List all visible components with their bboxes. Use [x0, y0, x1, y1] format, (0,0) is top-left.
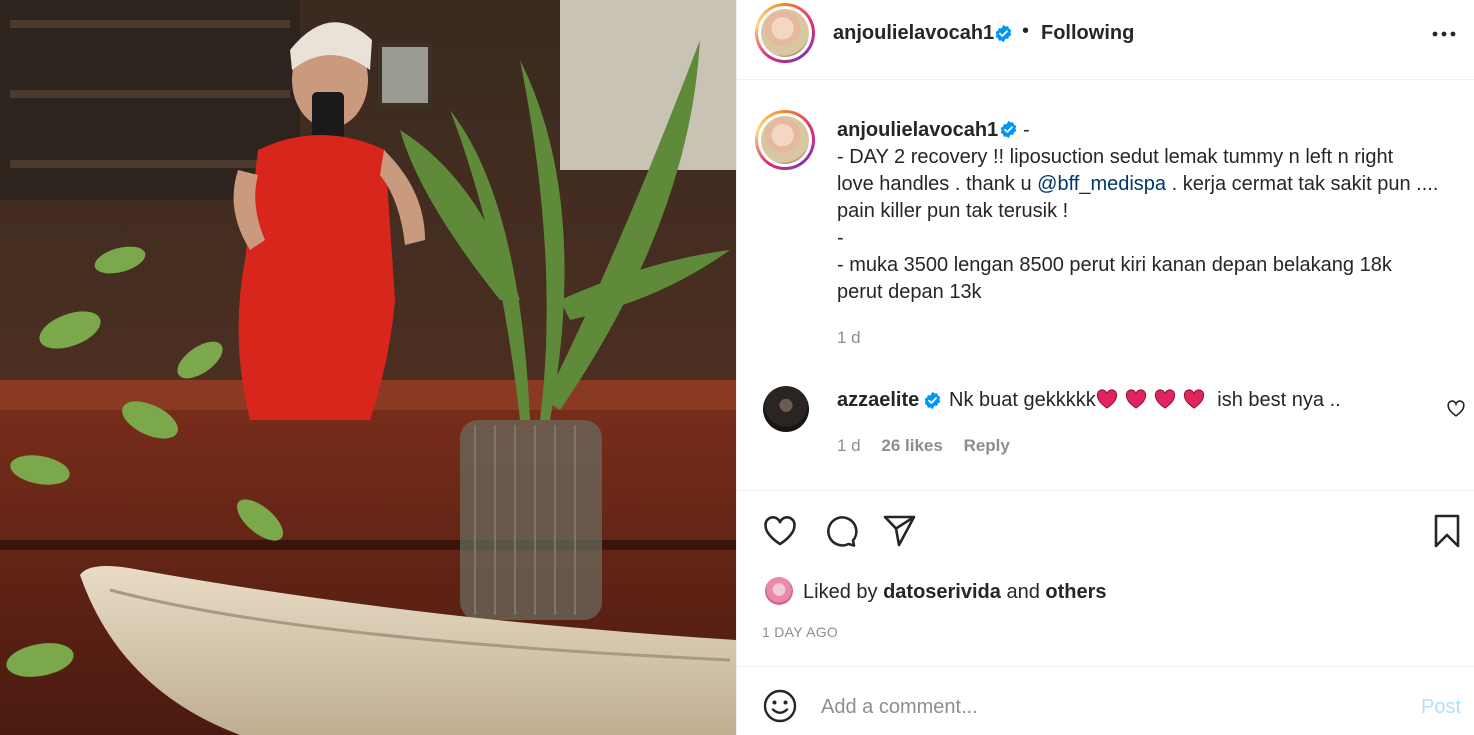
heart-icon[interactable] — [762, 513, 798, 549]
author-avatar[interactable] — [755, 3, 815, 63]
post-comment-button[interactable]: Post — [1421, 696, 1461, 719]
more-horizontal-icon[interactable] — [1431, 24, 1457, 44]
verified-badge-icon — [995, 24, 1012, 43]
liked-by-prefix: Liked by — [803, 581, 884, 603]
verified-badge-icon — [1000, 120, 1017, 139]
comment-like-heart-icon[interactable] — [1446, 399, 1466, 417]
comment-reply-button[interactable]: Reply — [964, 436, 1010, 455]
caption-username[interactable]: anjoulielavocah1 — [837, 119, 998, 142]
caption-dash: - — [1023, 119, 1030, 141]
comment-timestamp[interactable]: 1 d — [837, 436, 861, 455]
commenter-username[interactable]: azzaelite — [837, 389, 919, 412]
comment-text-after: ish best nya .. — [1211, 389, 1341, 411]
following-button[interactable]: Following — [1041, 22, 1134, 45]
post-side-panel: anjoulielavocah1 • Following anjoulielav… — [736, 0, 1474, 735]
verified-badge-icon — [924, 391, 941, 410]
comment-text: Nk buat gekkkkk ish best nya .. — [949, 389, 1341, 412]
post-header: anjoulielavocah1 • Following — [737, 0, 1474, 80]
comment-likes-count[interactable]: 26 likes — [881, 436, 942, 455]
comment-text-before: Nk buat gekkkkk — [949, 389, 1096, 411]
caption-author-avatar[interactable] — [755, 110, 815, 170]
share-icon[interactable] — [882, 513, 918, 549]
header-separator: • — [1022, 20, 1030, 42]
emoji-icon[interactable] — [762, 688, 798, 724]
commenter-avatar[interactable] — [763, 386, 809, 432]
caption-text: - DAY 2 recovery !! liposuction sedut le… — [837, 144, 1457, 306]
post-photo-illustration — [0, 0, 736, 735]
red-heart-emoji-icon — [1096, 389, 1117, 409]
section-divider — [737, 490, 1474, 491]
post-date[interactable]: 1 DAY AGO — [762, 624, 838, 640]
bookmark-icon[interactable] — [1429, 513, 1465, 549]
liked-by-text: Liked by datoserivida and others — [803, 581, 1107, 604]
caption-timestamp[interactable]: 1 d — [837, 328, 861, 348]
comment-meta: 1 d 26 likes Reply — [837, 436, 1026, 456]
section-divider — [737, 666, 1474, 667]
red-heart-emoji-icon — [1125, 389, 1146, 409]
comment-icon[interactable] — [822, 513, 858, 549]
author-username[interactable]: anjoulielavocah1 — [833, 22, 994, 45]
caption-mention-link[interactable]: @bff_medispa — [1037, 173, 1166, 195]
liker-avatar[interactable] — [765, 577, 793, 605]
add-comment-input[interactable] — [821, 692, 1401, 722]
red-heart-emoji-icon — [1183, 389, 1204, 409]
heart-emojis — [1096, 389, 1212, 411]
likes-others-link[interactable]: others — [1045, 581, 1106, 603]
red-heart-emoji-icon — [1154, 389, 1175, 409]
post-image[interactable] — [0, 0, 736, 735]
liker-username[interactable]: datoserivida — [883, 581, 1001, 603]
liked-by-middle: and — [1000, 581, 1046, 603]
